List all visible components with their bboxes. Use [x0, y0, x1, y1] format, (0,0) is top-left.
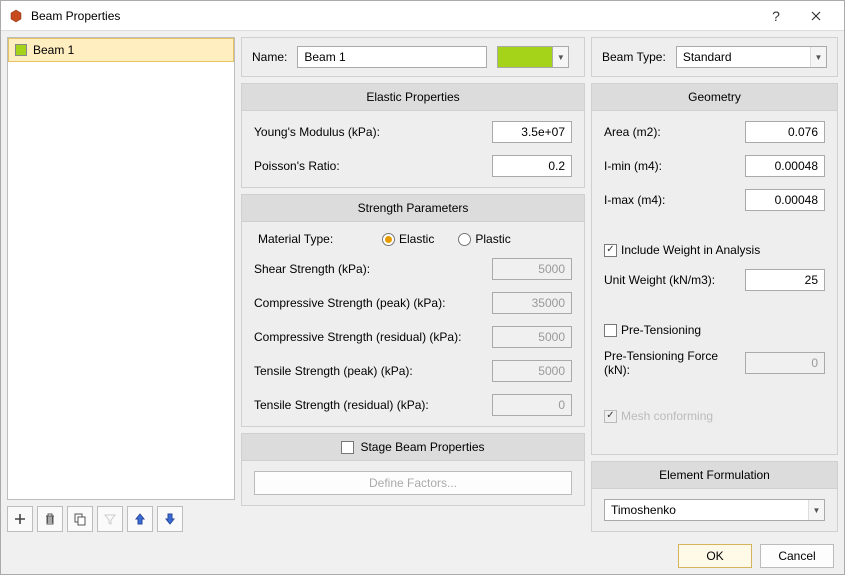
- unit-weight-label: Unit Weight (kN/m3):: [604, 273, 737, 287]
- elastic-panel: Elastic Properties Young's Modulus (kPa)…: [241, 83, 585, 188]
- strength-header: Strength Parameters: [242, 195, 584, 222]
- window-title: Beam Properties: [31, 9, 756, 23]
- main-panels: Name: ▼ Elastic Properties Young's Modul…: [241, 37, 838, 532]
- pretension-force-input: [745, 352, 825, 374]
- color-dropdown-icon[interactable]: ▼: [553, 46, 569, 68]
- beam-list[interactable]: Beam 1: [7, 37, 235, 500]
- comp-peak-label: Compressive Strength (peak) (kPa):: [254, 296, 484, 310]
- stage-title: Stage Beam Properties: [360, 440, 484, 454]
- content-area: Beam 1 Name: ▼: [1, 31, 844, 538]
- beamtype-bar: Beam Type: Standard ▼: [591, 37, 838, 77]
- list-item-label: Beam 1: [33, 43, 74, 57]
- chevron-down-icon: ▼: [808, 500, 824, 520]
- delete-button[interactable]: [37, 506, 63, 532]
- move-up-button[interactable]: [127, 506, 153, 532]
- material-type-label: Material Type:: [258, 232, 358, 246]
- formulation-panel: Element Formulation Timoshenko ▼: [591, 461, 838, 532]
- name-input[interactable]: [297, 46, 487, 68]
- formulation-header: Element Formulation: [592, 462, 837, 489]
- poisson-label: Poisson's Ratio:: [254, 159, 484, 173]
- filter-button[interactable]: [97, 506, 123, 532]
- color-swatch-icon: [15, 44, 27, 56]
- area-label: Area (m2):: [604, 125, 737, 139]
- color-picker[interactable]: ▼: [497, 46, 569, 68]
- pretension-force-label: Pre-Tensioning Force (kN):: [604, 349, 737, 377]
- shear-input: [492, 258, 572, 280]
- comp-peak-input: [492, 292, 572, 314]
- ok-button[interactable]: OK: [678, 544, 752, 568]
- color-swatch[interactable]: [497, 46, 553, 68]
- sidebar: Beam 1: [7, 37, 235, 532]
- beamtype-label: Beam Type:: [602, 50, 666, 64]
- define-factors-button: Define Factors...: [254, 471, 572, 495]
- name-label: Name:: [252, 50, 287, 64]
- help-button[interactable]: ?: [756, 2, 796, 30]
- chevron-down-icon: ▼: [810, 47, 826, 67]
- beamtype-value: Standard: [677, 50, 810, 64]
- formulation-value: Timoshenko: [605, 503, 808, 517]
- include-weight-checkbox[interactable]: Include Weight in Analysis: [604, 243, 760, 257]
- list-item[interactable]: Beam 1: [8, 38, 234, 62]
- young-modulus-input[interactable]: [492, 121, 572, 143]
- unit-weight-input[interactable]: [745, 269, 825, 291]
- formulation-select[interactable]: Timoshenko ▼: [604, 499, 825, 521]
- tens-res-input: [492, 394, 572, 416]
- tens-peak-label: Tensile Strength (peak) (kPa):: [254, 364, 484, 378]
- poisson-input[interactable]: [492, 155, 572, 177]
- mesh-checkbox: Mesh conforming: [604, 409, 713, 423]
- geometry-panel: Geometry Area (m2): I-min (m4): I-max (m…: [591, 83, 838, 455]
- area-input[interactable]: [745, 121, 825, 143]
- app-icon: [9, 8, 25, 24]
- imax-input[interactable]: [745, 189, 825, 211]
- sidebar-toolbar: [7, 506, 235, 532]
- cancel-button[interactable]: Cancel: [760, 544, 834, 568]
- elastic-header: Elastic Properties: [242, 84, 584, 111]
- strength-panel: Strength Parameters Material Type: Elast…: [241, 194, 585, 427]
- name-bar: Name: ▼: [241, 37, 585, 77]
- imin-input[interactable]: [745, 155, 825, 177]
- dialog-window: Beam Properties ? Beam 1: [0, 0, 845, 575]
- stage-panel: Stage Beam Properties Define Factors...: [241, 433, 585, 506]
- comp-res-input: [492, 326, 572, 348]
- shear-label: Shear Strength (kPa):: [254, 262, 484, 276]
- beamtype-select[interactable]: Standard ▼: [676, 46, 827, 68]
- pretension-checkbox[interactable]: Pre-Tensioning: [604, 323, 701, 337]
- imax-label: I-max (m4):: [604, 193, 737, 207]
- young-modulus-label: Young's Modulus (kPa):: [254, 125, 484, 139]
- move-down-button[interactable]: [157, 506, 183, 532]
- close-button[interactable]: [796, 2, 836, 30]
- imin-label: I-min (m4):: [604, 159, 737, 173]
- plastic-radio[interactable]: Plastic: [458, 232, 510, 246]
- stage-checkbox[interactable]: [341, 441, 354, 454]
- tens-res-label: Tensile Strength (residual) (kPa):: [254, 398, 484, 412]
- elastic-radio[interactable]: Elastic: [382, 232, 434, 246]
- titlebar: Beam Properties ?: [1, 1, 844, 31]
- geometry-header: Geometry: [592, 84, 837, 111]
- button-bar: OK Cancel: [1, 538, 844, 574]
- tens-peak-input: [492, 360, 572, 382]
- add-button[interactable]: [7, 506, 33, 532]
- comp-res-label: Compressive Strength (residual) (kPa):: [254, 330, 484, 344]
- stage-header: Stage Beam Properties: [242, 434, 584, 461]
- copy-button[interactable]: [67, 506, 93, 532]
